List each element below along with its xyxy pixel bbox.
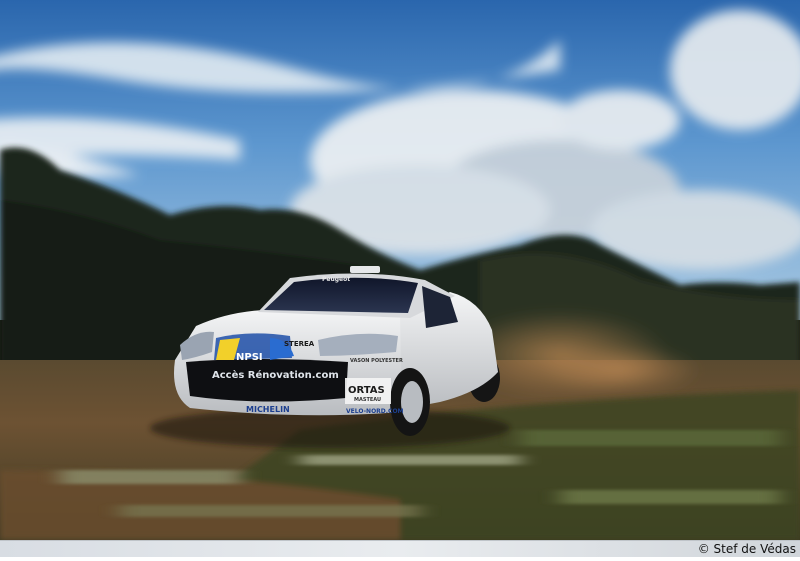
door-url-sponsor: VELO-NORD.COM [346,408,404,415]
rally-scene: NPSI STEREA Accès Rénovation.com MICHELI… [0,0,800,540]
door-brand-sponsor: ORTAS [348,385,385,396]
hood-right-sponsor: STEREA [284,340,315,348]
bumper-sponsor: Accès Rénovation.com [212,369,339,381]
windshield-banner: Peugeot [322,276,350,283]
door-mid-sponsor: VASON POLYESTER [350,358,403,364]
photograph: NPSI STEREA Accès Rénovation.com MICHELI… [0,0,800,540]
credit-bar: © Stef de Védas [0,540,800,558]
door-small-sponsor: MASTEAU [354,397,381,403]
hood-left-sponsor: NPSI [236,352,263,363]
bottom-strip [0,557,800,561]
photo-credit: © Stef de Védas [697,542,796,556]
lower-sponsor: MICHELIN [246,405,290,414]
